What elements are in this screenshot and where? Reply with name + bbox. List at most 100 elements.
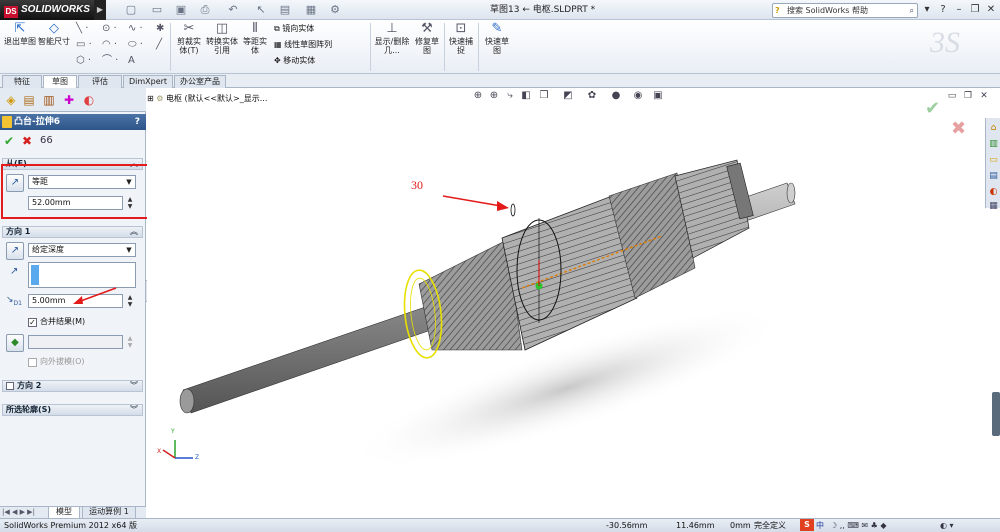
solidworks-logo[interactable]: DS SOLIDWORKS <box>0 0 94 20</box>
help-button[interactable]: ? <box>135 114 140 130</box>
smart-dimension-button[interactable]: ◇ 智能尺寸 <box>38 22 70 47</box>
print-icon[interactable]: ⎙ <box>198 3 212 17</box>
sketch-status: 完全定义 <box>754 521 786 530</box>
collapse-icon: ︽ <box>130 227 138 236</box>
tab-dimxpert[interactable]: DimXpert <box>123 75 173 88</box>
property-manager-icon[interactable]: ▤ <box>21 92 37 108</box>
polygon-tool-icon[interactable]: ⬡ · <box>76 54 91 67</box>
rectangle-tool-icon[interactable]: ▭ · <box>76 38 92 51</box>
direction1-group-header[interactable]: 方向 1 ︽ <box>2 226 143 238</box>
file-explorer-icon[interactable]: ▭ <box>987 154 1000 167</box>
tab-model[interactable]: 模型 <box>48 506 80 518</box>
cancel-x-icon[interactable]: ✖ <box>22 134 32 148</box>
minimize-button[interactable]: – <box>952 3 966 17</box>
point-tool-icon[interactable]: ✱ <box>156 22 164 35</box>
trim-label: 剪裁实体(T) <box>177 37 201 55</box>
merge-result-checkbox[interactable]: ✓ <box>28 318 37 327</box>
tab-motion-study[interactable]: 运动算例 1 <box>82 506 136 518</box>
linear-pattern-button[interactable]: ▦ 线性草图阵列 <box>274 40 332 50</box>
triad-axis-icon[interactable] <box>162 440 193 459</box>
move-icon: ✥ <box>274 56 284 65</box>
draft-angle-spinner[interactable]: ▲ ▼ <box>125 335 135 349</box>
armature-3d-model[interactable] <box>147 88 1000 518</box>
merge-result-label: 合并结果(M) <box>40 317 86 326</box>
ime-logo-icon[interactable]: S <box>800 519 814 531</box>
preview-glasses-icon[interactable]: 66 <box>40 134 53 148</box>
convert-entities-button[interactable]: ◫ 转换实体引用 <box>206 22 238 56</box>
mirror-entities-button[interactable]: ⧉ 镜向实体 <box>274 24 314 34</box>
dimxpert-manager-icon[interactable]: ✚ <box>61 92 77 108</box>
triad-z-label: Z <box>195 454 200 461</box>
arc-tool-icon[interactable]: ◠ · <box>102 38 117 51</box>
select-icon[interactable]: ↖ <box>254 3 268 17</box>
tab-evaluate[interactable]: 评估 <box>78 75 122 88</box>
depth-spinner[interactable]: ▲ ▼ <box>125 294 135 308</box>
feature-header: 凸台-拉伸6 ? <box>0 114 146 130</box>
custom-properties-icon[interactable]: ▦ <box>987 200 1000 213</box>
design-library-icon[interactable]: ▥ <box>987 138 1000 151</box>
offset-entities-button[interactable]: ⫴ 等距实体 <box>240 22 270 56</box>
configuration-manager-icon[interactable]: ▥ <box>41 92 57 108</box>
appearances-icon[interactable]: ◐ <box>987 186 1000 199</box>
side-scroll-handle[interactable] <box>992 392 1000 436</box>
solidworks-resources-icon[interactable]: ⌂ <box>987 122 1000 135</box>
line-tool-icon[interactable]: ╲ · <box>76 22 88 35</box>
ellipse-tool-icon[interactable]: ⬭ · <box>128 38 143 51</box>
expand-icon: ︾ <box>130 381 138 390</box>
tab-sketch[interactable]: 草图 <box>43 75 77 89</box>
rapid-sketch-button[interactable]: ✎ 快速草图 <box>482 22 512 56</box>
direction-selection-box[interactable] <box>28 262 136 288</box>
move-entities-button[interactable]: ✥ 移动实体 <box>274 56 315 66</box>
help-options-icon[interactable]: ? <box>936 3 950 17</box>
display-delete-relations-button[interactable]: ⊥ 显示/删除几... <box>374 22 410 56</box>
draft-angle-input[interactable] <box>28 335 123 349</box>
close-button[interactable]: ✕ <box>984 3 998 17</box>
selected-contours-header[interactable]: 所选轮廓(S) ︾ <box>2 404 143 416</box>
options-icon[interactable]: ⚙ <box>328 3 342 17</box>
ribbon-separator <box>444 23 445 71</box>
tab-features[interactable]: 特征 <box>2 75 42 88</box>
display-manager-icon[interactable]: ◐ <box>81 92 97 108</box>
file-properties-icon[interactable]: ▦ <box>304 3 318 17</box>
centerline-tool-icon[interactable]: ╱ <box>156 38 162 51</box>
direction-vector-icon: ↗ <box>10 266 19 277</box>
graphics-area[interactable]: ⊞ ⚙ 电枢 (默认<<默认>_显示... ⊕ ⊕ ⤷ ◧ ❒ ◩ ✿ ● ◉ … <box>147 88 1000 518</box>
ok-check-icon[interactable]: ✔ <box>4 134 14 148</box>
direction2-label: 方向 2 <box>17 381 42 390</box>
restore-button[interactable]: ❐ <box>968 3 982 17</box>
trim-entities-button[interactable]: ✂ 剪裁实体(T) <box>174 22 204 56</box>
ime-mode[interactable]: 中 <box>816 519 824 532</box>
direction2-group-header[interactable]: 方向 2 ︾ <box>2 380 143 392</box>
exit-sketch-button[interactable]: ⇱ 退出草图 <box>4 22 36 47</box>
smart-dimension-label: 智能尺寸 <box>38 37 70 46</box>
circle-tool-icon[interactable]: ⊙ · <box>102 22 117 35</box>
tab-scroll-arrows-icon[interactable]: |◀ ◀ ▶ ▶| <box>2 507 35 517</box>
ime-toolbar-icons[interactable]: ☽ ,, ⌨ ✉ ♣ ◆ <box>830 519 887 532</box>
direction2-checkbox[interactable] <box>6 382 14 390</box>
spline-tool-icon[interactable]: ∿ · <box>128 22 143 35</box>
end-condition-select[interactable]: 给定深度 ▼ <box>28 243 136 257</box>
fillet-tool-icon[interactable]: ⌒ · <box>102 54 118 67</box>
undo-icon[interactable]: ↶ <box>226 3 240 17</box>
menu-arrow-icon[interactable]: ▶ <box>94 0 106 20</box>
status-tray-icons[interactable]: ◐ ▾ <box>940 519 954 532</box>
save-icon[interactable]: ▣ <box>174 3 188 17</box>
draft-outward-checkbox[interactable] <box>28 358 37 367</box>
help-dropdown-icon[interactable]: ▾ <box>920 3 934 17</box>
view-palette-icon[interactable]: ▤ <box>987 170 1000 183</box>
repair-sketch-button[interactable]: ⚒ 修复草图 <box>412 22 442 56</box>
rebuild-icon[interactable]: ▤ <box>278 3 292 17</box>
search-icon[interactable]: ⌕ <box>910 4 914 17</box>
manager-tabs: ◈ ▤ ▥ ✚ ◐ <box>0 88 146 112</box>
tab-office-products[interactable]: 办公室产品 <box>174 75 226 88</box>
draft-on-off-icon[interactable]: ◆ <box>6 334 24 352</box>
quick-snaps-button[interactable]: ⊡ 快速捕捉 <box>446 22 476 56</box>
feature-manager-icon[interactable]: ◈ <box>3 92 19 108</box>
end-condition-value: 给定深度 <box>32 245 64 254</box>
help-search-input[interactable]: ? 搜索 SolidWorks 帮助 ⌕ <box>772 3 918 18</box>
text-tool-icon[interactable]: A <box>128 54 135 67</box>
triad-x-label: X <box>157 448 162 455</box>
new-icon[interactable]: ▢ <box>124 3 138 17</box>
open-icon[interactable]: ▭ <box>150 3 164 17</box>
reverse-direction-icon[interactable]: ↗ <box>6 242 24 260</box>
